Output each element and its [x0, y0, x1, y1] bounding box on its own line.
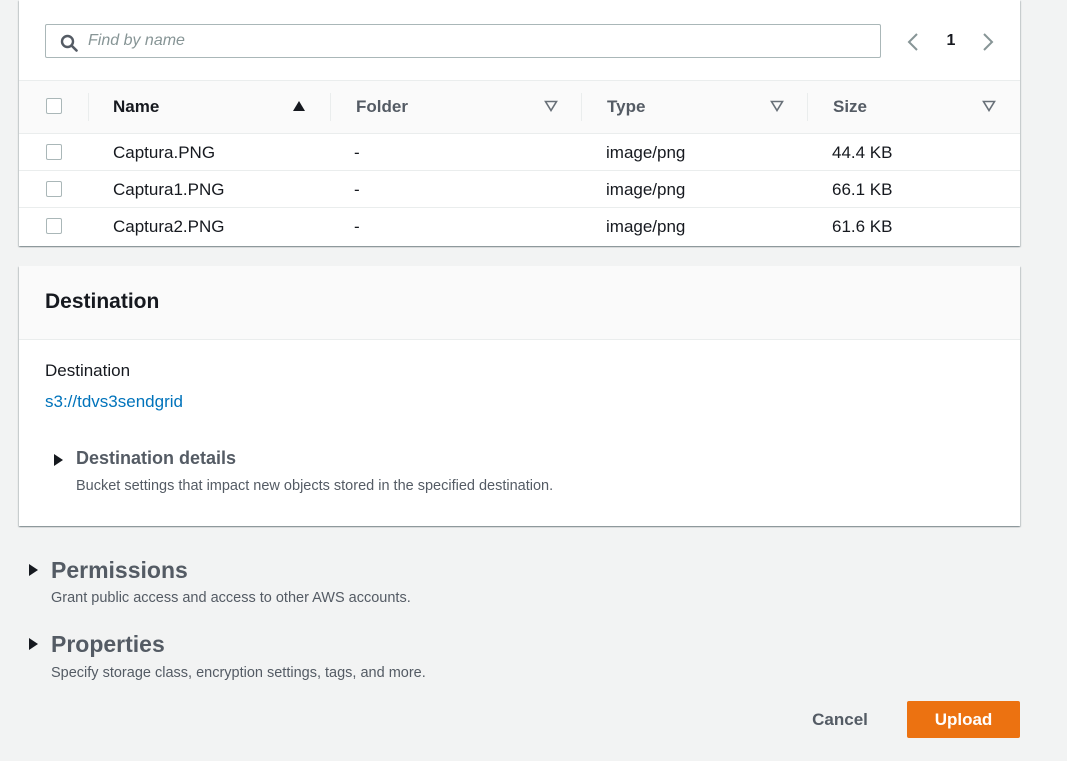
sort-unsorted-icon[interactable]	[770, 100, 784, 112]
destination-label: Destination	[45, 361, 131, 380]
column-divider	[88, 93, 89, 121]
column-divider	[807, 93, 808, 121]
pagination: 1	[903, 30, 1013, 54]
search-box[interactable]	[45, 24, 881, 58]
properties-title[interactable]: Properties	[51, 631, 165, 658]
files-panel: 1 Name Folder Type Size Captura	[19, 0, 1020, 246]
destination-panel: Destination Destination s3://tdvs3sendgr…	[19, 266, 1020, 526]
caret-right-icon	[29, 638, 38, 650]
column-header-folder[interactable]: Folder	[356, 81, 408, 133]
destination-details-expander[interactable]: Destination details	[54, 448, 294, 472]
cell-size: 66.1 KB	[832, 180, 893, 199]
column-divider	[330, 93, 331, 121]
chevron-left-icon[interactable]	[903, 30, 925, 54]
cell-type: image/png	[606, 217, 686, 236]
permissions-title[interactable]: Permissions	[51, 557, 188, 584]
row-checkbox[interactable]	[46, 144, 62, 160]
sort-ascending-icon[interactable]	[292, 100, 306, 112]
cell-type: image/png	[606, 143, 686, 162]
column-header-size[interactable]: Size	[833, 81, 867, 133]
caret-right-icon	[29, 564, 38, 576]
upload-button[interactable]: Upload	[907, 701, 1020, 738]
column-header-type[interactable]: Type	[607, 81, 645, 133]
select-all-checkbox[interactable]	[46, 98, 62, 114]
cell-size: 44.4 KB	[832, 143, 893, 162]
row-checkbox[interactable]	[46, 218, 62, 234]
destination-details-title[interactable]: Destination details	[76, 448, 236, 469]
cell-name: Captura2.PNG	[113, 217, 225, 236]
destination-heading: Destination	[45, 290, 160, 313]
cell-folder: -	[354, 143, 360, 162]
table-header: Name Folder Type Size	[19, 80, 1020, 134]
search-input[interactable]	[88, 25, 868, 57]
table-row[interactable]: Captura2.PNG - image/png 61.6 KB	[19, 208, 1020, 245]
properties-description: Specify storage class, encryption settin…	[51, 665, 426, 681]
cell-size: 61.6 KB	[832, 217, 893, 236]
cell-folder: -	[354, 180, 360, 199]
column-header-name[interactable]: Name	[113, 81, 159, 133]
properties-expander[interactable]: Properties	[29, 631, 179, 659]
table-toolbar: 1	[19, 0, 1020, 80]
cell-type: image/png	[606, 180, 686, 199]
caret-right-icon	[54, 454, 63, 466]
permissions-description: Grant public access and access to other …	[51, 590, 411, 606]
row-checkbox[interactable]	[46, 181, 62, 197]
column-divider	[581, 93, 582, 121]
sort-unsorted-icon[interactable]	[982, 100, 996, 112]
cell-folder: -	[354, 217, 360, 236]
table-row[interactable]: Captura.PNG - image/png 44.4 KB	[19, 134, 1020, 171]
cancel-button[interactable]: Cancel	[796, 702, 884, 738]
permissions-expander[interactable]: Permissions	[29, 557, 189, 585]
search-icon	[60, 34, 78, 52]
current-page-number[interactable]: 1	[943, 32, 959, 50]
destination-panel-header: Destination	[19, 266, 1020, 340]
destination-details-description: Bucket settings that impact new objects …	[76, 478, 554, 494]
destination-bucket-link[interactable]: s3://tdvs3sendgrid	[45, 392, 183, 412]
cell-name: Captura1.PNG	[113, 180, 225, 199]
table-row[interactable]: Captura1.PNG - image/png 66.1 KB	[19, 171, 1020, 208]
chevron-right-icon[interactable]	[976, 30, 998, 54]
cell-name: Captura.PNG	[113, 143, 216, 162]
sort-unsorted-icon[interactable]	[544, 100, 558, 112]
